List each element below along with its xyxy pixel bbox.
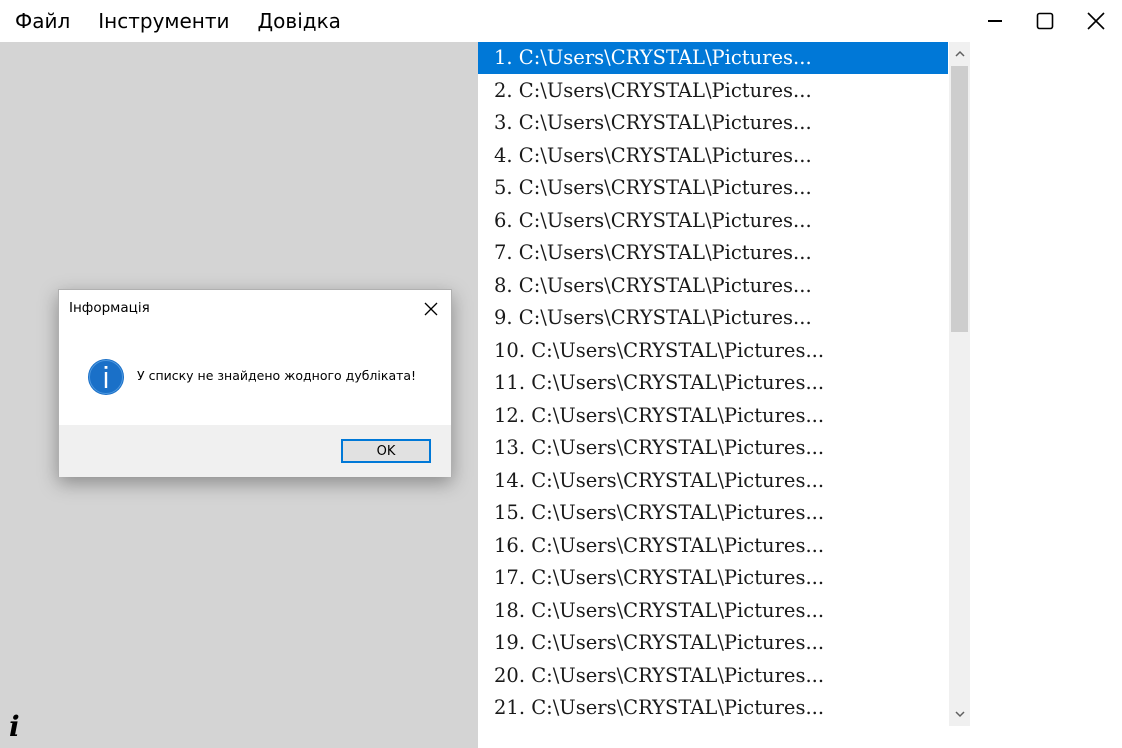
list-item[interactable]: 21. C:\Users\CRYSTAL\Pictures...	[478, 692, 948, 724]
list-item[interactable]: 20. C:\Users\CRYSTAL\Pictures...	[478, 660, 948, 692]
close-icon	[1087, 12, 1105, 30]
list-item[interactable]: 6. C:\Users\CRYSTAL\Pictures...	[478, 205, 948, 237]
menu-file[interactable]: Файл	[0, 0, 84, 42]
list-item[interactable]: 11. C:\Users\CRYSTAL\Pictures...	[478, 367, 948, 399]
list-item[interactable]: 18. C:\Users\CRYSTAL\Pictures...	[478, 595, 948, 627]
dialog-close-button[interactable]	[416, 294, 446, 324]
info-icon	[88, 359, 124, 395]
list-item[interactable]: 10. C:\Users\CRYSTAL\Pictures...	[478, 335, 948, 367]
minimize-button[interactable]	[970, 0, 1020, 42]
close-button[interactable]	[1071, 0, 1121, 42]
list-item[interactable]: 16. C:\Users\CRYSTAL\Pictures...	[478, 530, 948, 562]
list-item[interactable]: 17. C:\Users\CRYSTAL\Pictures...	[478, 562, 948, 594]
maximize-button[interactable]	[1020, 0, 1070, 42]
dialog-message: У списку не знайдено жодного дубліката!	[137, 368, 417, 383]
file-list[interactable]: 1. C:\Users\CRYSTAL\Pictures... 2. C:\Use…	[478, 42, 970, 748]
list-item[interactable]: 14. C:\Users\CRYSTAL\Pictures...	[478, 465, 948, 497]
list-item[interactable]: 8. C:\Users\CRYSTAL\Pictures...	[478, 270, 948, 302]
list-item[interactable]: 13. C:\Users\CRYSTAL\Pictures...	[478, 432, 948, 464]
info-icon[interactable]: i	[9, 712, 20, 742]
list-item[interactable]: 7. C:\Users\CRYSTAL\Pictures...	[478, 237, 948, 269]
maximize-icon	[1036, 12, 1054, 30]
list-item[interactable]: 12. C:\Users\CRYSTAL\Pictures...	[478, 400, 948, 432]
scroll-up-button[interactable]	[949, 44, 970, 64]
list-item[interactable]: 2. C:\Users\CRYSTAL\Pictures...	[478, 75, 948, 107]
list-item[interactable]: 5. C:\Users\CRYSTAL\Pictures...	[478, 172, 948, 204]
title-bar: Файл Інструменти Довідка	[0, 0, 1122, 42]
info-dialog: Інформація У списку не знайдено жодного …	[58, 289, 452, 477]
menu-tools[interactable]: Інструменти	[84, 0, 243, 42]
list-item[interactable]: 19. C:\Users\CRYSTAL\Pictures...	[478, 627, 948, 659]
list-item[interactable]: 1. C:\Users\CRYSTAL\Pictures...	[478, 42, 948, 74]
list-item[interactable]: 9. C:\Users\CRYSTAL\Pictures...	[478, 302, 948, 334]
vertical-scrollbar[interactable]	[949, 42, 970, 726]
menu-help[interactable]: Довідка	[244, 0, 355, 42]
minimize-icon	[988, 20, 1002, 22]
list-item[interactable]: 15. C:\Users\CRYSTAL\Pictures...	[478, 497, 948, 529]
list-item[interactable]: 4. C:\Users\CRYSTAL\Pictures...	[478, 140, 948, 172]
list-item[interactable]: 3. C:\Users\CRYSTAL\Pictures...	[478, 107, 948, 139]
chevron-up-icon	[954, 50, 965, 57]
ok-button[interactable]: OK	[341, 439, 431, 463]
close-icon	[424, 302, 438, 316]
menu-bar: Файл Інструменти Довідка	[0, 0, 355, 42]
dialog-title: Інформація	[69, 300, 150, 316]
scroll-down-button[interactable]	[949, 704, 970, 724]
chevron-down-icon	[954, 711, 965, 718]
scroll-thumb[interactable]	[951, 66, 968, 332]
dialog-footer: OK	[59, 425, 451, 477]
